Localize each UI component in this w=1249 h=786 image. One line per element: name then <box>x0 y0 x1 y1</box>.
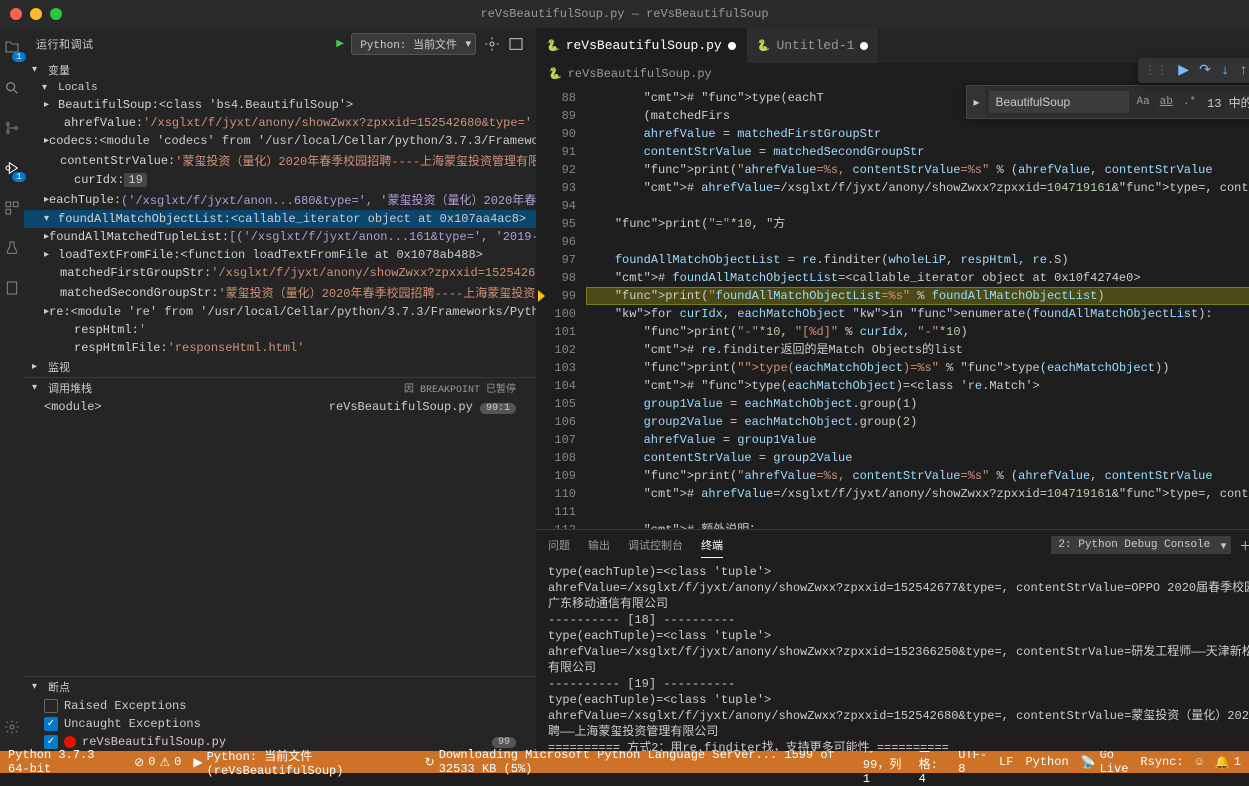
step-into-button[interactable]: ↓ <box>1221 63 1229 79</box>
search-status: 13 中的 1 <box>1207 94 1249 111</box>
variable-row[interactable]: ▸eachTuple('/xsglxt/f/jyxt/anon...680&ty… <box>24 189 536 210</box>
terminal-selector[interactable]: 2: Python Debug Console <box>1051 536 1231 554</box>
debug-icon[interactable]: 1 <box>0 156 24 180</box>
breakpoints-section-wrap: ▾断点 Raised Exceptions ✓Uncaught Exceptio… <box>24 676 536 751</box>
close-window-button[interactable] <box>10 8 22 20</box>
titlebar: reVsBeautifulSoup.py — reVsBeautifulSoup <box>0 0 1249 28</box>
drag-handle-icon[interactable]: ⋮⋮ <box>1144 63 1168 78</box>
panel-tab-terminal[interactable]: 终端 <box>701 533 723 558</box>
debug-console-icon[interactable] <box>508 36 524 52</box>
match-case-icon[interactable]: Aa <box>1133 95 1152 109</box>
panel-tabs: 问题 输出 调试控制台 终端 2: Python Debug Console ＋… <box>536 530 1249 560</box>
bottom-panel: 问题 输出 调试控制台 终端 2: Python Debug Console ＋… <box>536 529 1249 751</box>
extensions-icon[interactable] <box>0 196 24 220</box>
variable-row[interactable]: ▸loadTextFromFile<function loadTextFromF… <box>24 246 536 264</box>
variable-row[interactable]: respHtmlFile'responseHtml.html' <box>24 339 536 357</box>
minimize-window-button[interactable] <box>30 8 42 20</box>
callstack-section[interactable]: ▾调用堆栈因 BREAKPOINT 已暂停 <box>24 378 536 398</box>
step-out-button[interactable]: ↑ <box>1239 63 1247 79</box>
variable-row[interactable]: curIdx19 <box>24 171 536 189</box>
statusbar: Python 3.7.3 64-bit ⊘ 0 ⚠ 0 ▶ Python: 当前… <box>0 751 1249 773</box>
search-expand-icon[interactable]: ▸ <box>967 86 985 118</box>
dirty-indicator-icon <box>860 42 868 50</box>
callstack-section-wrap: ▾调用堆栈因 BREAKPOINT 已暂停 <module> reVsBeaut… <box>24 377 536 416</box>
locals-section[interactable]: ▾Locals <box>24 80 536 96</box>
debug-header: 运行和调试 Python: 当前文件 <box>24 28 536 60</box>
search-input[interactable] <box>989 91 1129 113</box>
settings-icon[interactable] <box>0 715 24 739</box>
editor-area: 🐍reVsBeautifulSoup.py 🐍Untitled-1 ▶ ⋯ 🐍r… <box>536 28 1249 751</box>
continue-button[interactable]: ▶ <box>1178 62 1189 79</box>
line-gutter: 8889909192939495969798991001011021031041… <box>536 85 586 529</box>
variable-row[interactable]: matchedSecondGroupStr'蒙玺投资（量化）2020年春季校园招… <box>24 282 536 303</box>
tab-revsbeautifulsoup[interactable]: 🐍reVsBeautifulSoup.py <box>536 28 747 63</box>
variable-row[interactable]: ▸codecs<module 'codecs' from '/usr/local… <box>24 132 536 150</box>
new-terminal-icon[interactable]: ＋ <box>1239 537 1249 554</box>
bookmark-icon[interactable] <box>0 276 24 300</box>
download-status[interactable]: ↻ Downloading Microsoft Python Language … <box>425 748 851 776</box>
breakpoints-section[interactable]: ▾断点 <box>24 677 536 697</box>
explorer-icon[interactable]: 1 <box>0 36 24 60</box>
code-editor[interactable]: 8889909192939495969798991001011021031041… <box>536 85 1249 529</box>
bp-uncaught-exceptions[interactable]: ✓Uncaught Exceptions <box>24 715 536 733</box>
watch-section[interactable]: ▸监视 <box>24 357 536 377</box>
match-word-icon[interactable]: ab <box>1157 95 1176 109</box>
debug-toolbar: ⋮⋮ ▶ ↷ ↓ ↑ ↻ ■ <box>1138 58 1249 83</box>
variable-row[interactable]: ▸re<module 're' from '/usr/local/Cellar/… <box>24 303 536 321</box>
variable-row[interactable]: respHtml' <box>24 321 536 339</box>
problems-status[interactable]: ⊘ 0 ⚠ 0 <box>134 755 181 770</box>
panel-tab-output[interactable]: 输出 <box>588 533 610 557</box>
python-file-icon: 🐍 <box>757 39 771 53</box>
tab-untitled[interactable]: 🐍Untitled-1 <box>747 28 880 63</box>
breakpoint-dot-icon <box>64 736 76 748</box>
search-icon[interactable] <box>0 76 24 100</box>
code-body[interactable]: "cmt"># "func">type(eachT (matchedFirs a… <box>586 85 1249 529</box>
traffic-lights <box>10 8 62 20</box>
python-version[interactable]: Python 3.7.3 64-bit <box>8 748 122 776</box>
callstack-frame[interactable]: <module> reVsBeautifulSoup.py 99:1 <box>24 398 536 416</box>
checkbox-icon[interactable] <box>44 699 58 713</box>
window-title: reVsBeautifulSoup.py — reVsBeautifulSoup <box>480 7 768 21</box>
activity-bar: 1 1 <box>0 28 24 751</box>
debug-config-dropdown[interactable]: Python: 当前文件 <box>351 33 476 55</box>
dirty-indicator-icon <box>728 42 736 50</box>
python-file-icon: 🐍 <box>546 39 560 53</box>
regex-icon[interactable]: .* <box>1180 95 1199 109</box>
variables-list: ▸BeautifulSoup<class 'bs4.BeautifulSoup'… <box>24 96 536 357</box>
debug-header-title: 运行和调试 <box>36 36 94 52</box>
variable-row[interactable]: ▸BeautifulSoup<class 'bs4.BeautifulSoup'… <box>24 96 536 114</box>
variable-row[interactable]: ▾foundAllMatchObjectList<callable_iterat… <box>24 210 536 228</box>
scm-icon[interactable] <box>0 116 24 140</box>
test-icon[interactable] <box>0 236 24 260</box>
terminal-output[interactable]: type(eachTuple)=<class 'tuple'> ahrefVal… <box>536 560 1249 751</box>
maximize-window-button[interactable] <box>50 8 62 20</box>
step-over-button[interactable]: ↷ <box>1199 62 1211 79</box>
variable-row[interactable]: matchedFirstGroupStr'/xsglxt/f/jyxt/anon… <box>24 264 536 282</box>
variable-row[interactable]: ▸foundAllMatchedTupleList[('/xsglxt/f/jy… <box>24 228 536 246</box>
variable-row[interactable]: contentStrValue'蒙玺投资（量化）2020年春季校园招聘----上… <box>24 150 536 171</box>
bp-raised-exceptions[interactable]: Raised Exceptions <box>24 697 536 715</box>
python-file-icon: 🐍 <box>548 67 562 81</box>
panel-tab-problems[interactable]: 问题 <box>548 533 570 557</box>
debug-settings-icon[interactable] <box>484 36 500 52</box>
panel-tab-debug-console[interactable]: 调试控制台 <box>628 533 683 557</box>
checkbox-icon[interactable]: ✓ <box>44 735 58 749</box>
debug-sidebar: 运行和调试 Python: 当前文件 ▾变量 ▾Locals ▸Beautifu… <box>24 28 536 751</box>
checkbox-icon[interactable]: ✓ <box>44 717 58 731</box>
variables-section[interactable]: ▾变量 <box>24 60 536 80</box>
variable-row[interactable]: ahrefValue'/xsglxt/f/jyxt/anony/showZwxx… <box>24 114 536 132</box>
search-widget: ▸ Aa ab .* 13 中的 1 ↑ ↓ ≡ ✕ <box>966 85 1249 119</box>
